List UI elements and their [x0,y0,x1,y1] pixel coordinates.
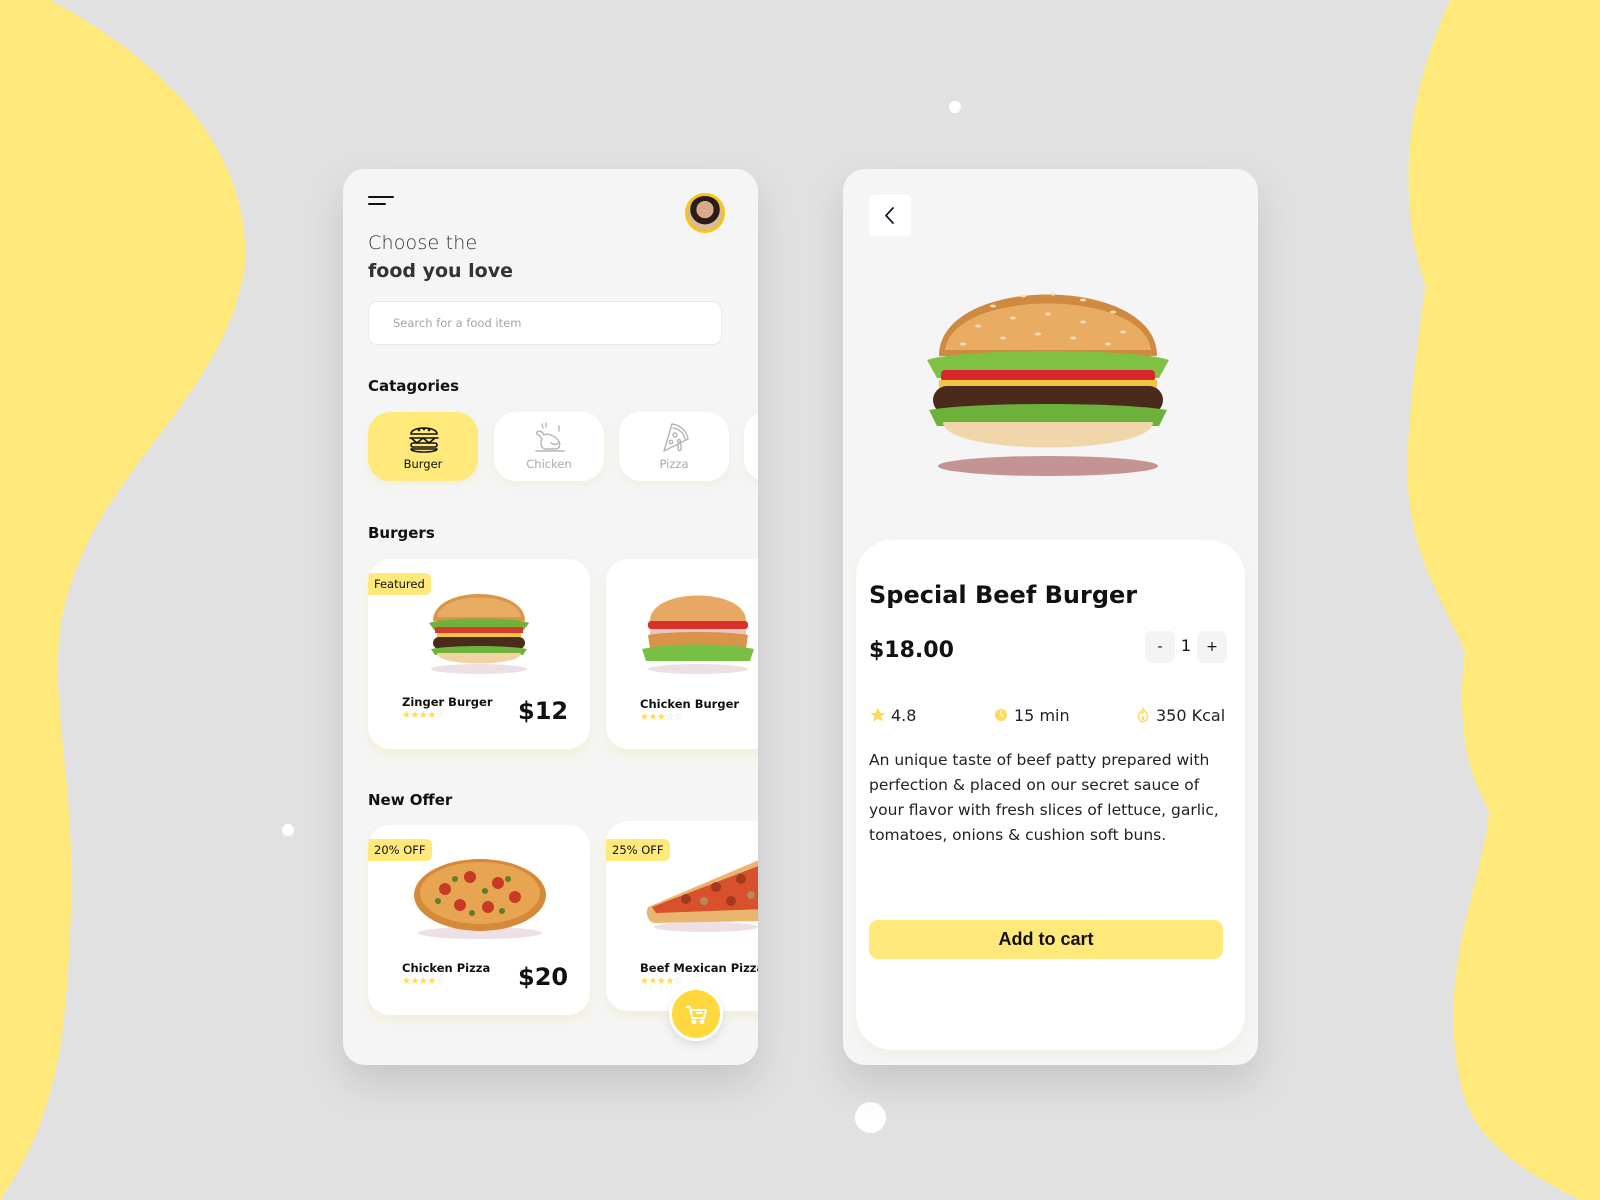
burger-image [429,594,529,674]
food-card[interactable]: 25% OFF Beef Mexican Pizza ★★★★☆ [606,821,758,1011]
background-blobs [0,0,1600,1200]
food-detail-screen: Special Beef Burger $18.00 - 1 + 4.8 15 … [843,169,1258,1065]
quantity-stepper: - 1 + [1145,631,1229,663]
user-avatar[interactable] [685,193,725,233]
back-button[interactable] [869,195,911,236]
category-list: Burger Chicken Pizza [368,412,758,482]
rating-stars: ★★★★☆ [402,710,445,721]
category-pizza[interactable]: Pizza [619,412,729,481]
food-name: Zinger Burger [402,695,493,709]
category-more[interactable] [744,412,758,481]
decrease-quantity-button[interactable]: - [1145,631,1175,663]
category-label: Pizza [659,457,689,471]
chicken-burger-image [642,595,754,674]
burger-icon [409,427,439,453]
add-to-cart-button[interactable]: Add to cart [869,920,1223,959]
roast-chicken-icon [535,422,565,452]
food-card[interactable]: 20% OFF Chicken Pizza ★★★★☆ $20 [368,825,590,1015]
flame-icon [1137,706,1149,723]
calories-value: 350 Kcal [1156,705,1226,725]
category-chicken[interactable]: Chicken [494,412,604,481]
food-name: Chicken Burger [640,697,740,711]
food-list-screen: Choose the food you love Catagories Burg… [343,169,758,1065]
pizza-image [414,859,546,939]
calories-info: 350 Kcal [1134,704,1225,726]
food-price: $12 [518,697,569,725]
decor-dot [949,101,961,113]
shopping-cart-icon [686,1006,707,1025]
new-offer-title: New Offer [368,791,453,809]
categories-title: Catagories [368,377,460,395]
food-price: $20 [518,963,569,991]
hamburger-menu-icon[interactable] [368,196,394,208]
food-card[interactable]: Featured Zinger Burger ★★★★☆ $12 [368,559,590,749]
pizza-slice-icon [663,423,689,452]
food-name: Beef Mexican Pizza [640,961,758,975]
rating-info: 4.8 [869,704,916,726]
category-label: Burger [403,457,443,471]
featured-badge: Featured [368,573,431,595]
increase-quantity-button[interactable]: + [1197,631,1227,663]
category-label: Chicken [526,457,572,471]
food-name: Chicken Pizza [402,961,491,975]
headline-light: Choose the [368,232,478,254]
cart-button[interactable] [669,987,723,1041]
discount-badge: 25% OFF [606,839,670,861]
rating-stars: ★★★☆☆ [640,712,683,723]
food-card[interactable]: Chicken Burger ★★★☆☆ [606,559,758,749]
rating-stars: ★★★★☆ [640,976,683,987]
category-burger[interactable]: Burger [368,412,478,481]
decor-dot [855,1102,886,1133]
food-title: Special Beef Burger [869,581,1138,609]
prep-time-info: 15 min [992,704,1070,726]
search-input[interactable] [368,301,722,345]
rating-stars: ★★★★☆ [402,976,445,987]
clock-icon [995,709,1007,721]
headline-bold: food you love [368,260,514,282]
food-price: $18.00 [869,638,954,663]
star-icon [870,707,886,722]
detail-panel: Special Beef Burger $18.00 - 1 + 4.8 15 … [856,540,1245,1050]
prep-time-value: 15 min [1014,705,1070,725]
burgers-title: Burgers [368,524,435,542]
rating-value: 4.8 [891,705,917,725]
special-burger-image [927,292,1169,476]
discount-badge: 20% OFF [368,839,432,861]
quantity-value: 1 [1180,636,1192,655]
pizza-slice-image [646,860,758,932]
left-yellow-blob [0,0,246,1200]
decor-dot [282,824,294,836]
food-description: An unique taste of beef patty prepared w… [869,751,1219,844]
chevron-left-icon [885,207,894,224]
